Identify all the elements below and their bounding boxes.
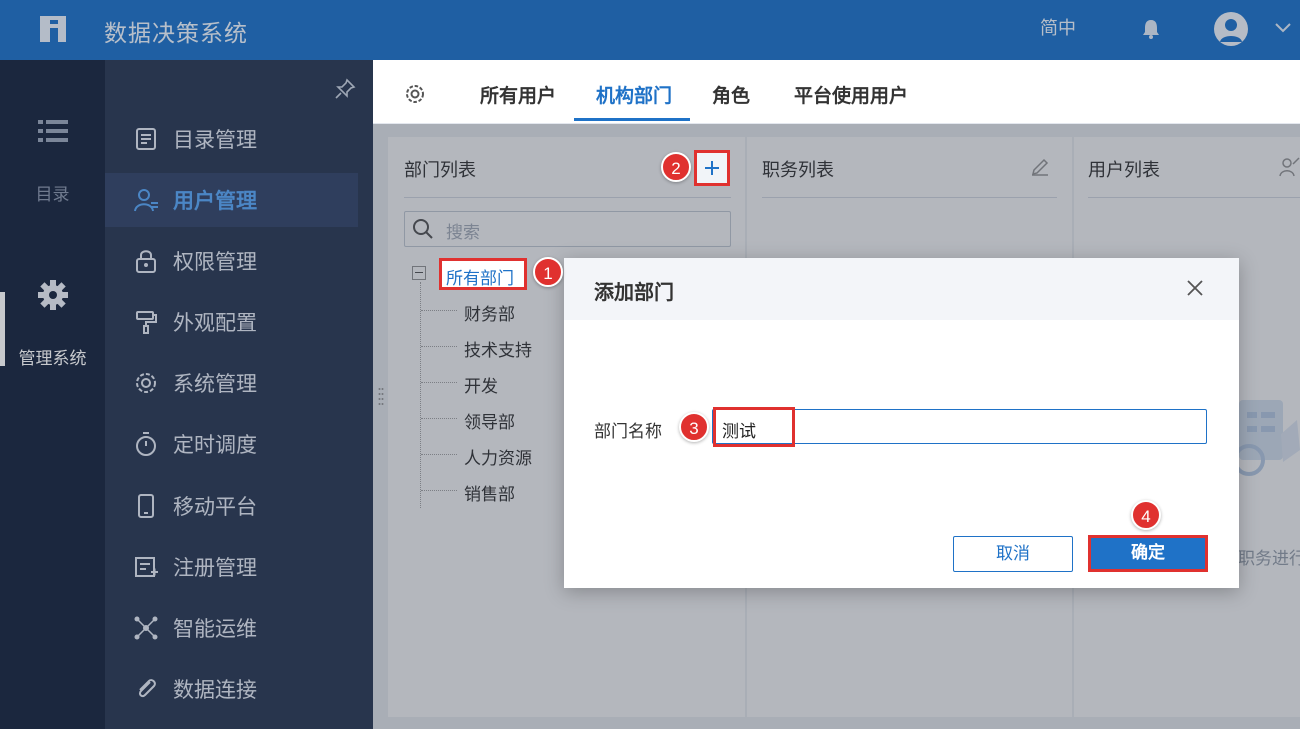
modal-backdrop-top xyxy=(0,0,1300,60)
step-badge-3: 3 xyxy=(679,412,709,442)
cancel-button[interactable]: 取消 xyxy=(953,536,1073,572)
close-icon[interactable] xyxy=(1186,279,1204,297)
add-department-button-highlight[interactable] xyxy=(694,150,730,186)
tree-root-highlight[interactable]: 所有部门 xyxy=(439,258,527,290)
active-tab-indicator xyxy=(574,118,690,121)
step-badge-4: 4 xyxy=(1131,500,1161,530)
tab-platform-users[interactable]: 平台使用用户 xyxy=(794,81,908,108)
step-badge-1: 1 xyxy=(533,257,563,287)
settings-icon[interactable] xyxy=(403,82,427,106)
step-badge-2: 2 xyxy=(661,152,691,182)
input-highlight-box xyxy=(713,407,795,447)
tab-all-users[interactable]: 所有用户 xyxy=(480,81,556,108)
tab-roles[interactable]: 角色 xyxy=(712,81,750,108)
tab-departments[interactable]: 机构部门 xyxy=(596,81,672,108)
department-name-label: 部门名称 xyxy=(594,422,662,442)
modal-backdrop-left xyxy=(0,60,373,729)
dialog-title: 添加部门 xyxy=(594,280,674,304)
confirm-button[interactable]: 确定 xyxy=(1088,535,1208,572)
